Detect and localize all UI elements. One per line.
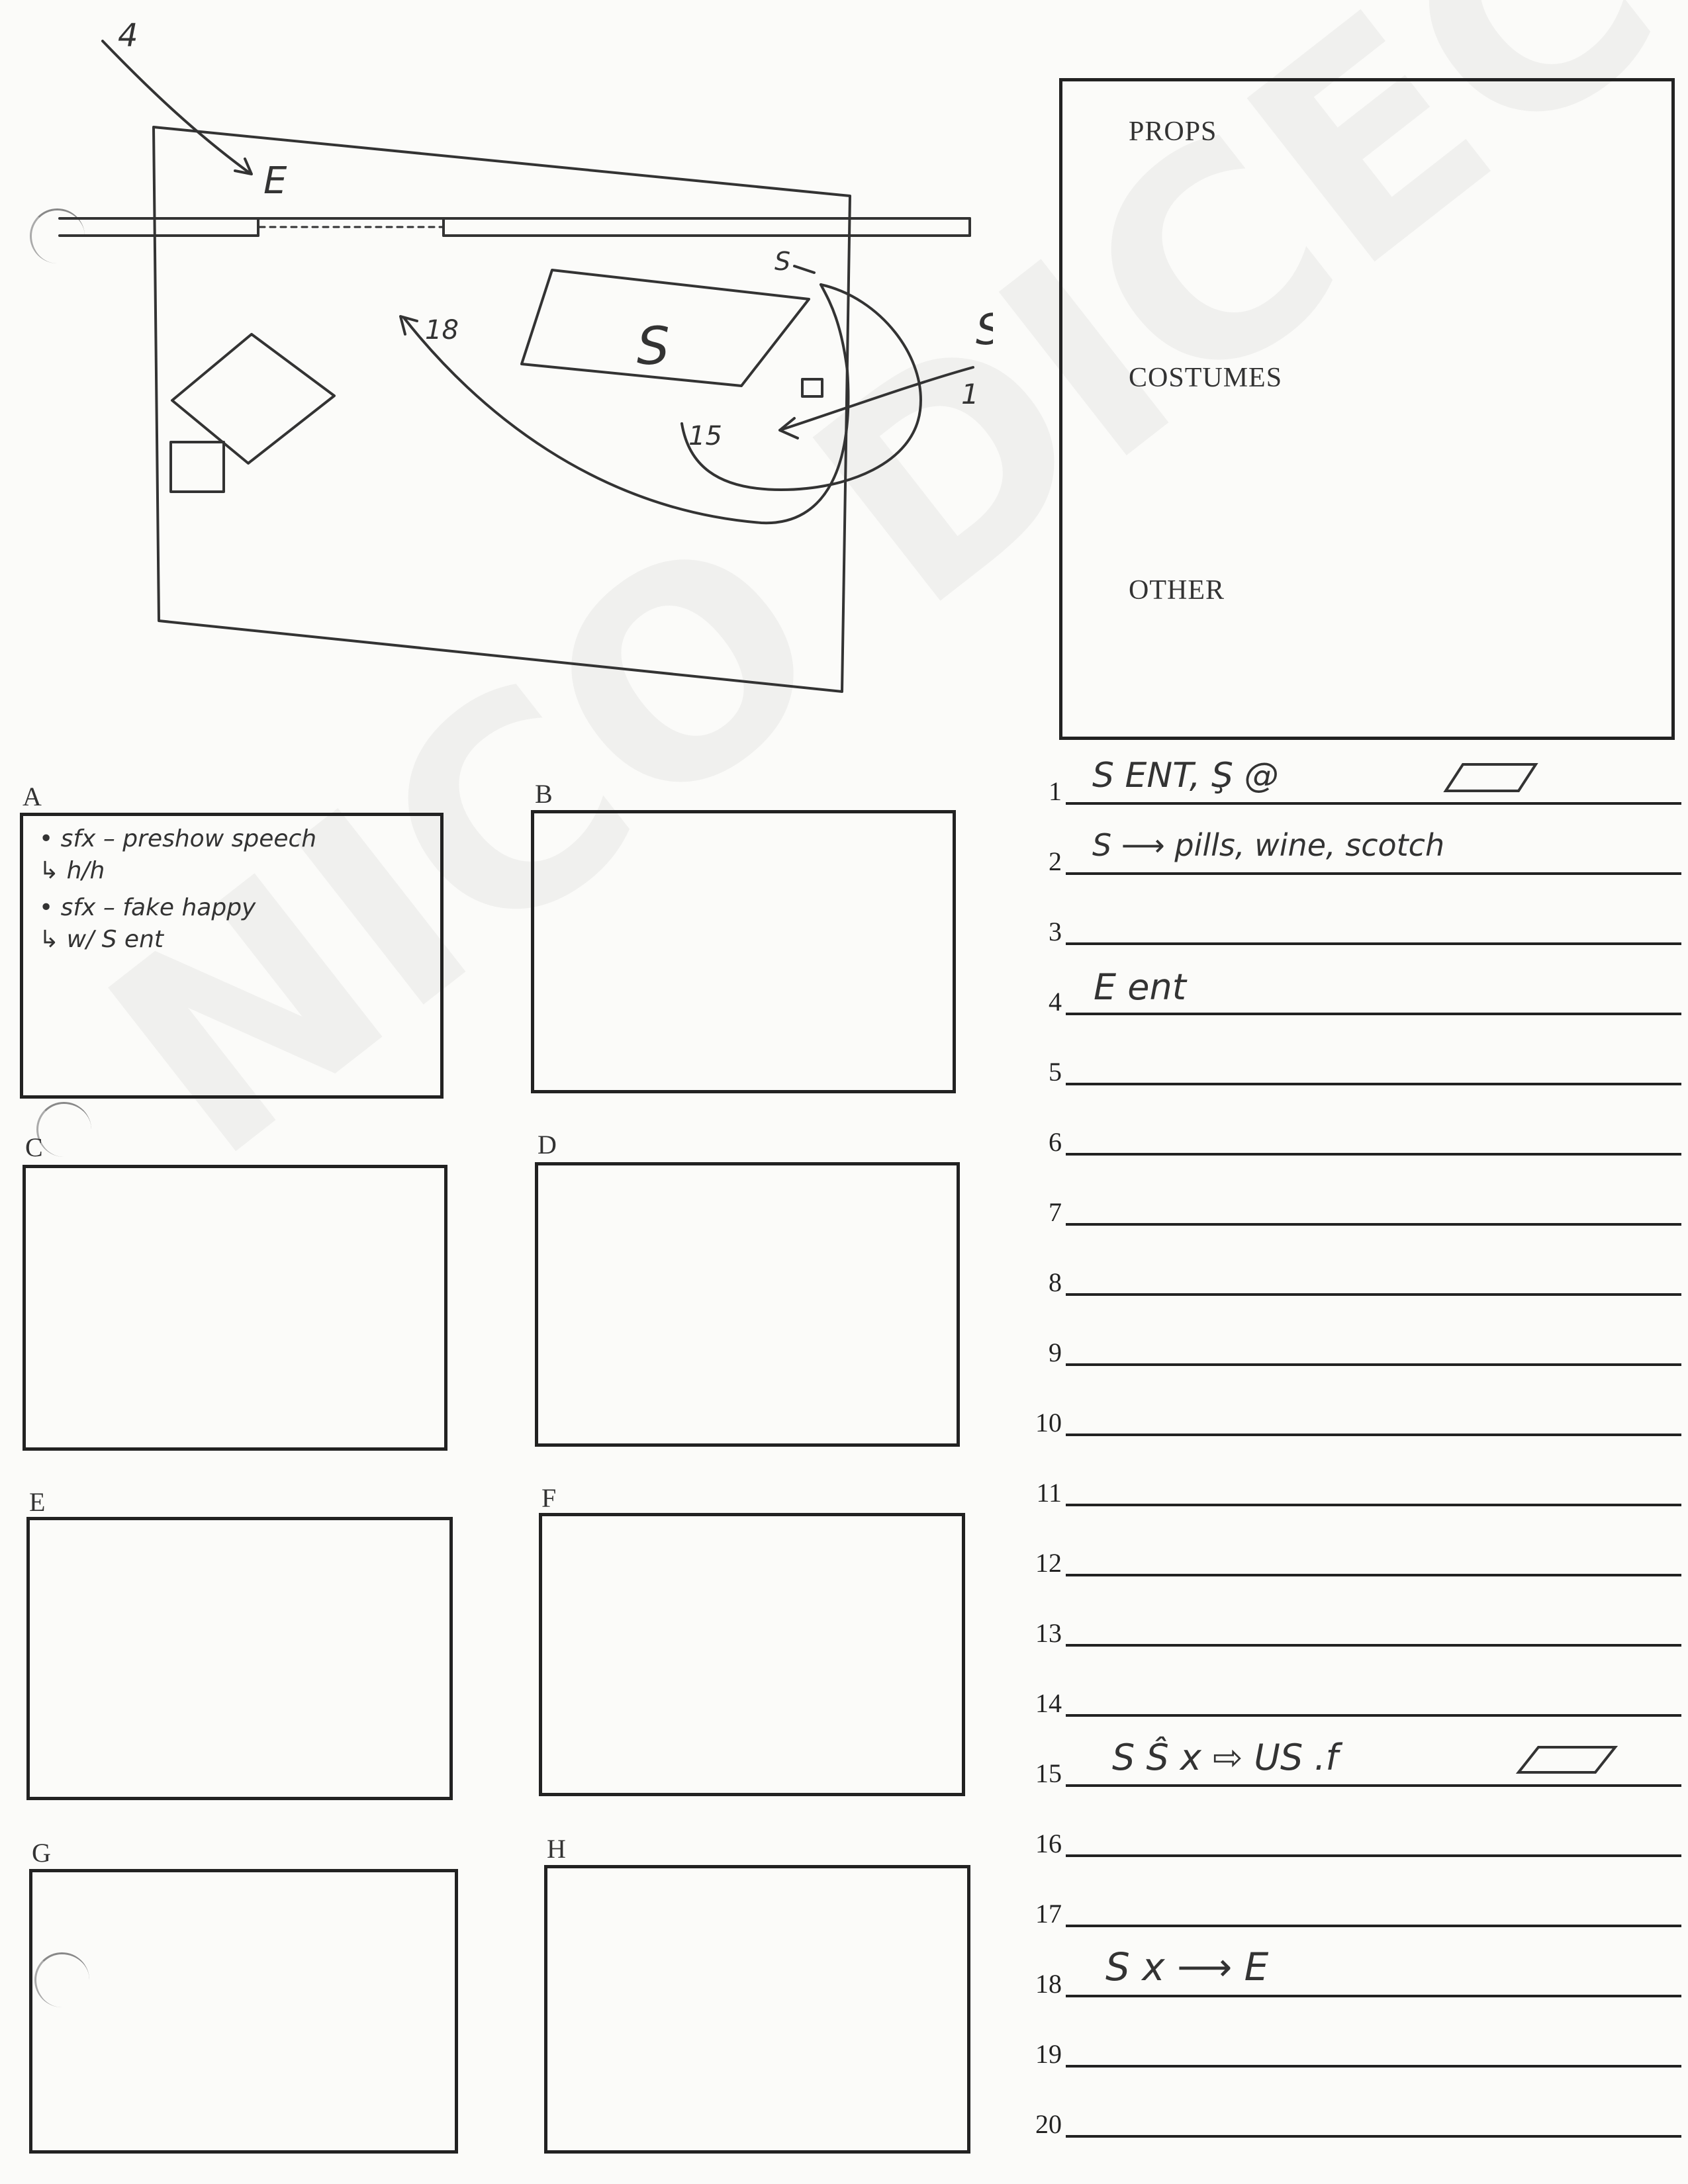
line-1-number: 1 <box>1049 776 1062 806</box>
line-7-number: 7 <box>1049 1197 1062 1227</box>
line-13-rule <box>1066 1644 1681 1647</box>
line-16-number: 16 <box>1035 1829 1062 1858</box>
storyboard-box-d <box>535 1162 960 1447</box>
label-s-small: S <box>774 247 790 276</box>
line-18-rule <box>1066 1995 1681 1997</box>
line-18-note: S x ⟶ E <box>1105 1944 1269 1989</box>
line-4-note: E ent <box>1094 966 1186 1008</box>
line-20-number: 20 <box>1035 2109 1062 2139</box>
line-2-number: 2 <box>1049 846 1062 876</box>
label-15: 15 <box>688 421 722 451</box>
box-a-note-3: • sfx – fake happy <box>39 894 256 921</box>
storyboard-box-g <box>29 1869 458 2154</box>
label-e: E <box>263 159 287 203</box>
storyboard-box-a: • sfx – preshow speech ↳ h/h • sfx – fak… <box>20 813 444 1099</box>
line-4-number: 4 <box>1049 987 1062 1017</box>
line-4-rule <box>1066 1013 1681 1015</box>
label-s-right: S <box>976 306 993 355</box>
line-5-number: 5 <box>1049 1057 1062 1087</box>
line-7-rule <box>1066 1223 1681 1226</box>
line-2-note: S ⟶ pills, wine, scotch <box>1092 827 1445 863</box>
diamond-platform <box>171 333 336 465</box>
storyboard-box-b <box>531 810 956 1093</box>
line-14-rule <box>1066 1714 1681 1717</box>
stage-diagram: 4 E S S S 18 15 1 <box>58 17 993 693</box>
label-1: 1 <box>961 378 979 410</box>
line-8-number: 8 <box>1049 1267 1062 1297</box>
box-c-label: C <box>25 1132 43 1162</box>
line-1-rule <box>1066 802 1681 805</box>
box-a-note-4: ↳ w/ S ent <box>39 926 164 953</box>
props-label: PROPS <box>1129 116 1217 147</box>
costumes-label: COSTUMES <box>1129 363 1283 393</box>
box-h-label: H <box>547 1834 566 1864</box>
label-s-center: S <box>637 317 670 377</box>
line-3-rule <box>1066 942 1681 945</box>
small-square <box>169 441 225 493</box>
storyboard-box-h <box>544 1865 970 2154</box>
line-8-rule <box>1066 1293 1681 1296</box>
line-11-number: 11 <box>1036 1478 1062 1508</box>
storyboard-box-f <box>539 1513 965 1796</box>
line-17-number: 17 <box>1035 1899 1062 1929</box>
storyboard-box-e <box>26 1517 453 1800</box>
line-17-rule <box>1066 1925 1681 1927</box>
line-13-number: 13 <box>1035 1618 1062 1648</box>
props-costumes-box: PROPS COSTUMES OTHER <box>1059 78 1675 740</box>
line-1-platform-sketch <box>1443 763 1538 792</box>
line-6-number: 6 <box>1049 1127 1062 1157</box>
line-11-rule <box>1066 1504 1681 1506</box>
label-4: 4 <box>118 17 138 54</box>
line-15-platform-sketch <box>1515 1746 1618 1774</box>
box-a-note-1: • sfx – preshow speech <box>39 825 317 852</box>
line-19-rule <box>1066 2065 1681 2068</box>
line-10-rule <box>1066 1433 1681 1436</box>
cross-arrow-18 <box>402 283 850 525</box>
line-16-rule <box>1066 1854 1681 1857</box>
line-19-number: 19 <box>1035 2039 1062 2069</box>
line-15-number: 15 <box>1035 1758 1062 1788</box>
box-b-label: B <box>535 779 553 809</box>
stage-outline <box>152 126 851 693</box>
line-6-rule <box>1066 1153 1681 1156</box>
cross-arrow-15 <box>778 366 974 432</box>
line-12-number: 12 <box>1035 1548 1062 1578</box>
line-9-rule <box>1066 1363 1681 1366</box>
line-15-note: S Ŝ x ⇨ US .f <box>1112 1737 1338 1778</box>
line-14-number: 14 <box>1035 1688 1062 1718</box>
punch-hole-middle <box>36 1102 91 1157</box>
line-5-rule <box>1066 1083 1681 1085</box>
other-label: OTHER <box>1129 575 1225 606</box>
entrance-arrow-4 <box>101 40 252 175</box>
line-12-rule <box>1066 1574 1681 1576</box>
box-a-label: A <box>23 782 42 811</box>
line-2-rule <box>1066 872 1681 875</box>
line-3-number: 3 <box>1049 917 1062 946</box>
line-15-rule <box>1066 1784 1681 1787</box>
box-a-note-2: ↳ h/h <box>39 857 105 884</box>
box-f-label: F <box>541 1483 557 1513</box>
storyboard-box-c <box>23 1165 447 1451</box>
tiny-square <box>801 378 823 398</box>
box-d-label: D <box>538 1130 557 1160</box>
box-e-label: E <box>29 1487 46 1517</box>
line-9-number: 9 <box>1049 1338 1062 1367</box>
line-1-note: S ENT, Ş @ <box>1092 756 1279 796</box>
line-10-number: 10 <box>1035 1408 1062 1437</box>
line-20-rule <box>1066 2135 1681 2138</box>
box-g-label: G <box>32 1838 51 1868</box>
line-18-number: 18 <box>1035 1969 1062 1999</box>
label-18: 18 <box>425 315 459 345</box>
